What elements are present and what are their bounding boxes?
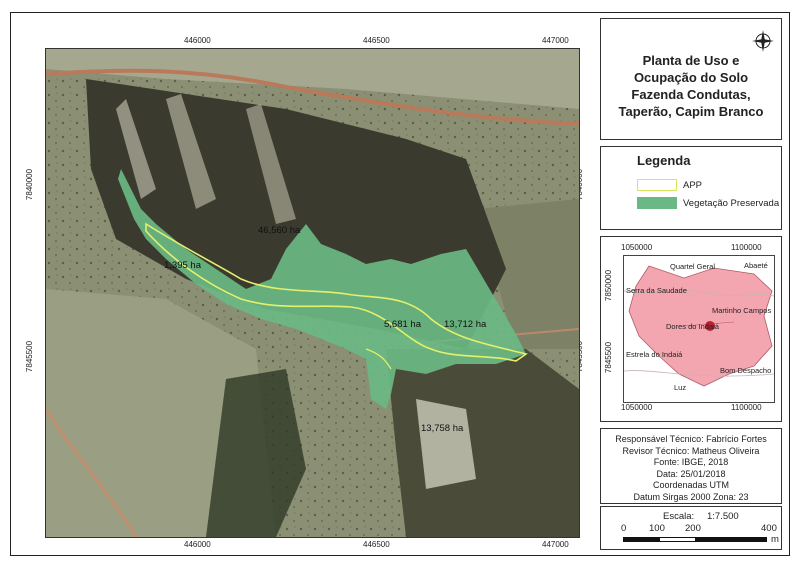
title-line-1: Planta de Uso e: [642, 53, 740, 68]
area-label-5: 13,758 ha: [421, 423, 464, 434]
satellite-map-svg: [46, 49, 579, 537]
locator-panel: 1050000 1100000 1050000 1100000 7850000 …: [600, 236, 782, 422]
legend-heading: Legenda: [637, 153, 691, 168]
map-title: Planta de Uso e Ocupação do Solo Fazenda…: [600, 52, 782, 120]
scale-ratio: 1:7.500: [707, 511, 739, 522]
credit-technical: Responsável Técnico: Fabrício Fortes: [615, 434, 767, 444]
y-tick-left-2: 7845500: [25, 340, 35, 373]
north-arrow-icon: [752, 30, 774, 52]
legend-item-vegetation: Vegetação Preservada: [637, 197, 779, 209]
locator-y-left-2: 7845500: [604, 341, 614, 374]
y-tick-left-1: 7840000: [25, 168, 35, 201]
legend-panel: Legenda APP Vegetação Preservada: [600, 146, 782, 230]
place-bom-despacho: Bom Despacho: [720, 366, 772, 375]
x-tick-top-1: 446000: [184, 36, 211, 45]
scale-tick-100: 100: [649, 523, 665, 534]
credit-reviewer: Revisor Técnico: Matheus Oliveira: [622, 445, 760, 456]
locator-y-left-1: 7850000: [604, 269, 614, 302]
credit-source: Fonte: IBGE, 2018: [653, 457, 729, 467]
area-label-4: 13,712 ha: [444, 319, 487, 330]
scale-unit: m: [771, 534, 779, 545]
x-tick-top-2: 446500: [363, 36, 390, 45]
scale-tick-400: 400: [761, 523, 777, 534]
x-tick-bottom-3: 447000: [542, 540, 569, 549]
place-abaete: Abaeté: [744, 261, 768, 270]
area-label-1: 46,560 ha: [258, 225, 301, 236]
place-dores-do-indaia: Dores do Indaiá: [666, 322, 719, 331]
legend-swatch-vegetation: [637, 197, 677, 209]
legend-swatch-app: [637, 179, 677, 191]
satellite-map[interactable]: 46,560 ha 1,395 ha 5,681 ha 13,712 ha 13…: [45, 48, 580, 538]
credits-panel: Responsável Técnico: Fabrício Fortes Rev…: [600, 428, 782, 504]
scale-tick-200: 200: [685, 523, 701, 534]
locator-x-bottom-1: 1050000: [621, 403, 653, 412]
credits-text: Responsável Técnico: Fabrício Fortes Rev…: [601, 429, 781, 503]
place-luz: Luz: [674, 383, 687, 392]
place-quartel-geral: Quartel Geral: [670, 262, 716, 271]
locator-map[interactable]: Quartel Geral Abaeté Serra da Saudade Ma…: [623, 255, 775, 403]
area-label-3: 5,681 ha: [384, 319, 421, 330]
credit-date: Data: 25/01/2018: [656, 468, 726, 479]
credit-coordinates: Coordenadas UTM: [652, 480, 730, 490]
legend-item-app: APP: [637, 179, 702, 191]
scale-bar: [623, 537, 767, 542]
title-line-4: Taperão, Capim Branco: [618, 104, 764, 119]
credit-datum: Datum Sirgas 2000 Zona: 23: [633, 491, 749, 502]
x-tick-bottom-2: 446500: [363, 540, 390, 549]
locator-x-bottom-2: 1100000: [731, 403, 762, 412]
scale-tick-0: 0: [621, 523, 627, 534]
scale-label: Escala:: [663, 511, 695, 522]
title-line-3: Fazenda Condutas,: [631, 87, 751, 102]
title-line-2: Ocupação do Solo: [633, 70, 749, 85]
scale-panel: Escala: 1:7.500 0 100 200 400 m: [600, 506, 782, 550]
locator-x-top-1: 1050000: [621, 243, 653, 252]
area-label-2: 1,395 ha: [164, 260, 201, 271]
place-martinho-campos: Martinho Campos: [712, 306, 772, 315]
x-tick-top-3: 447000: [542, 36, 569, 45]
place-estrela-do-indaia: Estrela do Indaiá: [626, 350, 683, 359]
legend-label-vegetation: Vegetação Preservada: [683, 197, 780, 209]
place-serra-da-saudade: Serra da Saudade: [626, 286, 687, 295]
locator-x-top-2: 1100000: [731, 243, 762, 252]
x-tick-bottom-1: 446000: [184, 540, 211, 549]
legend-label-app: APP: [683, 179, 703, 191]
